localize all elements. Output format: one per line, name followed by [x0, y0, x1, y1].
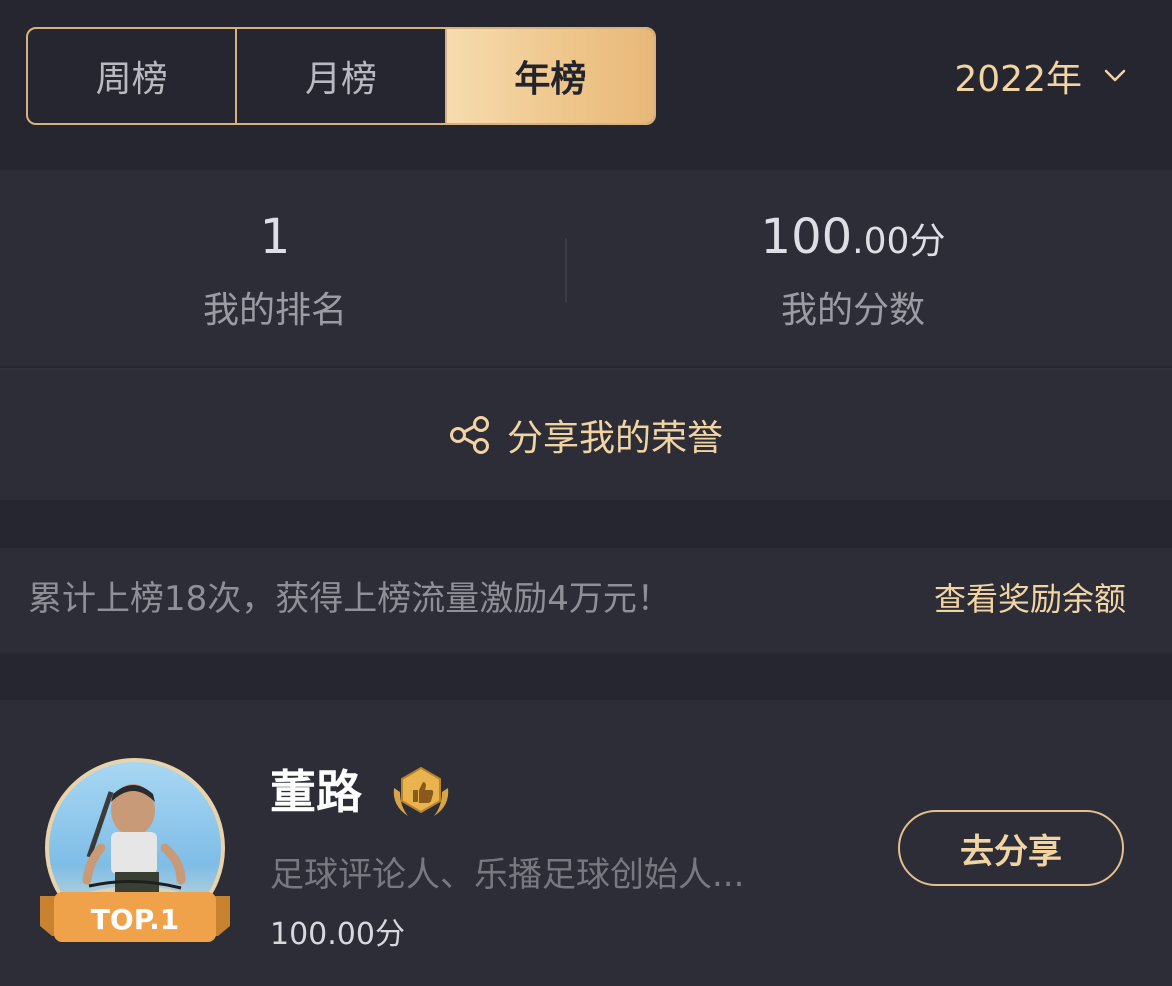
my-score-unit: 分: [909, 221, 946, 262]
share-honor-label: 分享我的荣誉: [506, 418, 723, 459]
avatar-with-rank: TOP.1: [40, 758, 230, 948]
share-honor-button[interactable]: 分享我的荣誉: [0, 368, 1172, 500]
period-tabs: 周榜 月榜 年榜: [26, 27, 656, 125]
thumbs-up-badge-icon: [393, 766, 449, 816]
view-reward-balance-link[interactable]: 查看奖励余额: [934, 576, 1126, 622]
my-score-label: 我的分数: [780, 290, 925, 331]
user-score: 100.00分: [270, 917, 405, 952]
my-stats-panel: 1 我的排名 100.00分 我的分数: [0, 170, 1172, 366]
my-rank-value: 1: [259, 209, 291, 265]
user-description: 足球评论人、乐播足球创始人...: [270, 855, 745, 895]
my-score-int: 100: [760, 209, 853, 265]
user-name[interactable]: 董路: [270, 764, 362, 820]
my-score-decimal: .00: [852, 221, 910, 262]
reward-summary: 累计上榜18次，获得上榜流量激励4万元！: [28, 579, 671, 619]
reward-banner: 累计上榜18次，获得上榜流量激励4万元！ 查看奖励余额: [0, 548, 1172, 653]
chevron-down-icon: [1104, 69, 1126, 82]
tab-monthly[interactable]: 月榜: [237, 29, 447, 123]
share-icon: [449, 416, 489, 454]
rank-label: TOP.1: [90, 903, 180, 936]
leaderboard-page: 周榜 月榜 年榜 2022年 1 我的排名 100.00分 我的分数 分享我的荣…: [0, 0, 1172, 986]
list-item[interactable]: TOP.1 董路 足球评论人、乐播足球创始人... 100.00分 去分享: [0, 700, 1172, 986]
my-rank-stat: 1 我的排名: [0, 170, 550, 366]
tab-weekly[interactable]: 周榜: [28, 29, 238, 123]
go-share-button[interactable]: 去分享: [898, 810, 1124, 886]
year-dropdown[interactable]: 2022年: [954, 48, 1126, 104]
tab-yearly[interactable]: 年榜: [446, 29, 654, 123]
my-score-value: 100.00分: [586, 208, 1120, 271]
year-dropdown-label: 2022年: [954, 59, 1082, 100]
my-score-stat: 100.00分 我的分数: [586, 170, 1120, 366]
stats-divider: [565, 238, 567, 302]
my-rank-label: 我的排名: [202, 290, 347, 331]
